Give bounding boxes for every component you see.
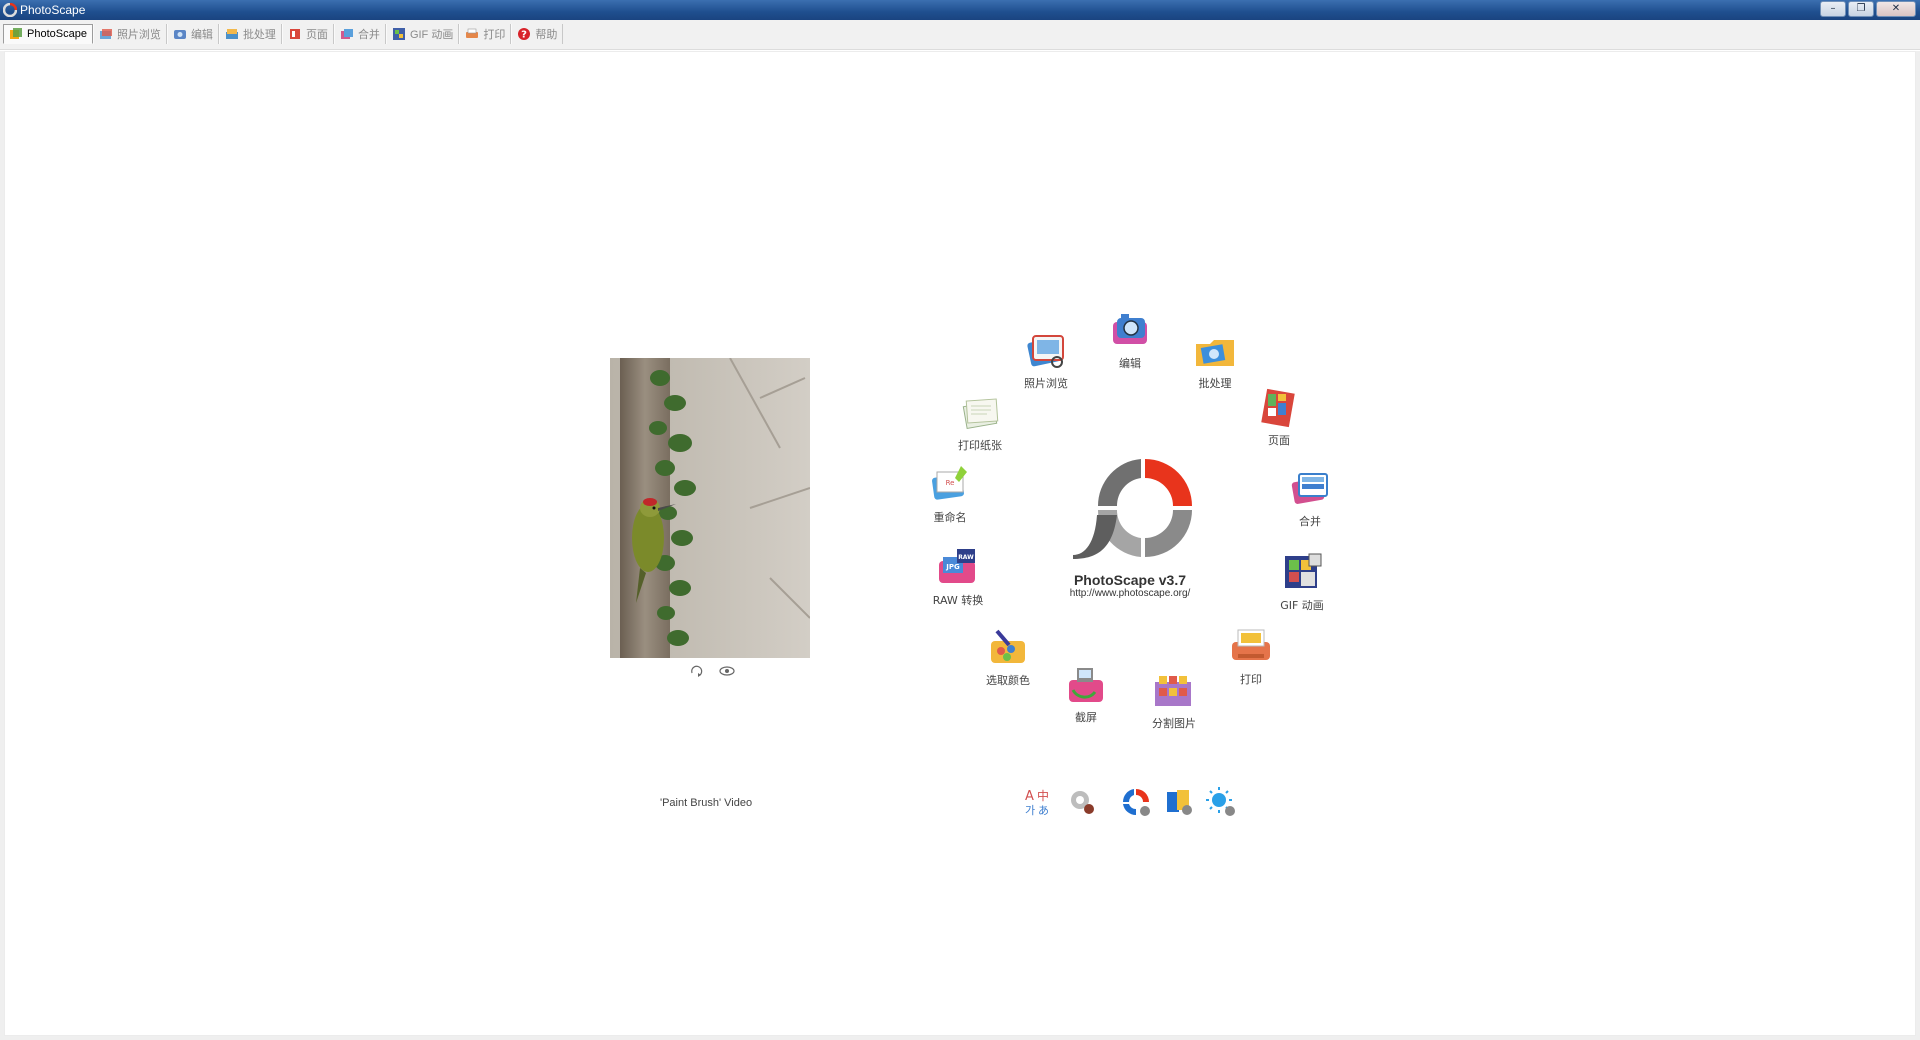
print-label: 打印 <box>1240 673 1262 686</box>
screen-capture-label: 截屏 <box>1075 711 1097 724</box>
svg-text:中: 中 <box>1037 788 1049 803</box>
tab-label: 合并 <box>357 29 380 41</box>
tab-label: 帮助 <box>535 29 558 41</box>
screen-capture-button[interactable]: 截屏 <box>1046 662 1126 725</box>
right-border <box>1916 51 1920 1036</box>
editor-icon <box>1113 314 1147 344</box>
tab-help[interactable]: ? 帮助 <box>511 24 564 44</box>
page-label: 页面 <box>1268 434 1290 447</box>
paper-print-button[interactable]: 打印纸张 <box>940 390 1020 453</box>
tab-label: 页面 <box>305 29 328 41</box>
color-picker-icon <box>991 629 1025 663</box>
splitter-button[interactable]: 分割图片 <box>1134 668 1214 731</box>
close-button[interactable]: ✕ <box>1876 1 1916 17</box>
preview-photo[interactable] <box>610 358 810 658</box>
gif-label: GIF 动画 <box>1280 599 1324 612</box>
screen-capture-icon <box>1069 668 1103 702</box>
paper-print-label: 打印纸张 <box>958 439 1002 452</box>
combine-button[interactable]: 合并 <box>1270 466 1350 529</box>
bottom-border <box>0 1036 1920 1040</box>
tab-gif[interactable]: GIF 动画 <box>385 24 460 44</box>
gif-icon <box>1285 553 1322 588</box>
rotate-icon[interactable] <box>688 664 706 678</box>
woodpecker-image <box>610 358 810 658</box>
sun-brightness-icon[interactable] <box>1205 786 1237 818</box>
gif-button[interactable]: GIF 动画 <box>1262 550 1342 613</box>
rename-icon: Re <box>932 466 967 500</box>
combine-icon <box>1291 473 1328 504</box>
viewer-icon <box>99 29 112 39</box>
splitter-icon <box>1155 676 1191 706</box>
color-picker-label: 选取颜色 <box>986 674 1030 687</box>
svg-text:A: A <box>1025 789 1034 804</box>
tab-bar: PhotoScape 照片浏览 编辑 批处理 页面 合并 GIF 动画 打印 ?… <box>0 20 1920 50</box>
svg-text:JPG: JPG <box>945 563 960 571</box>
svg-text:あ: あ <box>1038 804 1049 817</box>
title-bar: PhotoScape – ❐ ✕ <box>0 0 1920 20</box>
tab-batch[interactable]: 批处理 <box>218 24 282 44</box>
combine-label: 合并 <box>1299 515 1321 528</box>
color-picker-button[interactable]: 选取颜色 <box>968 625 1048 688</box>
raw-converter-label: RAW 转换 <box>932 594 984 607</box>
minimize-button[interactable]: – <box>1820 1 1846 17</box>
paper-print-icon <box>962 398 999 430</box>
editor-icon <box>173 30 186 39</box>
editor-button[interactable]: 编辑 <box>1090 308 1170 371</box>
wrench-settings-icon[interactable] <box>1066 786 1098 818</box>
window-title: PhotoScape <box>20 3 86 17</box>
raw-converter-button[interactable]: JPG RAW RAW 转换 <box>918 545 998 608</box>
tab-viewer[interactable]: 照片浏览 <box>92 24 167 44</box>
app-version-title: PhotoScape v3.7 <box>1073 572 1187 588</box>
batch-icon <box>225 29 238 39</box>
tab-label: GIF 动画 <box>409 29 454 41</box>
raw-converter-icon: JPG RAW <box>939 549 975 583</box>
splitter-label: 分割图片 <box>1152 717 1196 730</box>
page-button[interactable]: 页面 <box>1239 385 1319 448</box>
svg-text:가: 가 <box>1025 804 1035 817</box>
viewer-icon <box>1027 335 1064 368</box>
tab-label: PhotoScape <box>27 28 87 40</box>
language-icon[interactable]: A 中 가 あ <box>1023 786 1055 818</box>
print-icon <box>1232 629 1270 660</box>
viewer-label: 照片浏览 <box>1024 377 1068 390</box>
photoscape-logo <box>1073 459 1192 559</box>
batch-icon <box>1196 340 1234 366</box>
photoscape-x-icon[interactable] <box>1163 786 1195 818</box>
photoscape-app-icon <box>3 3 17 17</box>
video-link[interactable]: 'Paint Brush' Video <box>660 797 752 809</box>
tab-label: 批处理 <box>242 29 276 41</box>
website-link[interactable]: http://www.photoscape.org/ <box>1030 588 1230 599</box>
tab-page[interactable]: 页面 <box>281 24 334 44</box>
svg-text:Re: Re <box>946 479 955 487</box>
rename-label: 重命名 <box>933 511 967 524</box>
page-icon <box>1261 388 1295 428</box>
tab-editor[interactable]: 编辑 <box>166 24 219 44</box>
page-icon <box>289 29 300 39</box>
tab-label: 编辑 <box>190 29 213 41</box>
rename-button[interactable]: Re 重命名 <box>910 462 990 525</box>
restore-button[interactable]: ❐ <box>1848 1 1874 17</box>
viewer-button[interactable]: 照片浏览 <box>1006 328 1086 391</box>
photoscape-home-icon[interactable] <box>1120 786 1152 818</box>
gif-icon <box>392 28 405 40</box>
tab-combine[interactable]: 合并 <box>333 24 386 44</box>
help-icon: ? <box>518 28 531 41</box>
print-icon <box>466 28 479 38</box>
tab-photoscape[interactable]: PhotoScape <box>3 24 93 44</box>
tab-label: 照片浏览 <box>116 29 161 41</box>
editor-label: 编辑 <box>1119 357 1141 370</box>
svg-text:?: ? <box>521 30 527 41</box>
batch-button[interactable]: 批处理 <box>1175 328 1255 391</box>
photoscape-icon <box>10 28 22 39</box>
main-content <box>4 51 1916 1036</box>
combine-icon <box>340 29 353 39</box>
view-eye-icon[interactable] <box>718 664 736 678</box>
print-button[interactable]: 打印 <box>1211 624 1291 687</box>
svg-text:RAW: RAW <box>958 554 974 561</box>
tab-print[interactable]: 打印 <box>459 24 512 44</box>
tab-label: 打印 <box>483 29 506 41</box>
